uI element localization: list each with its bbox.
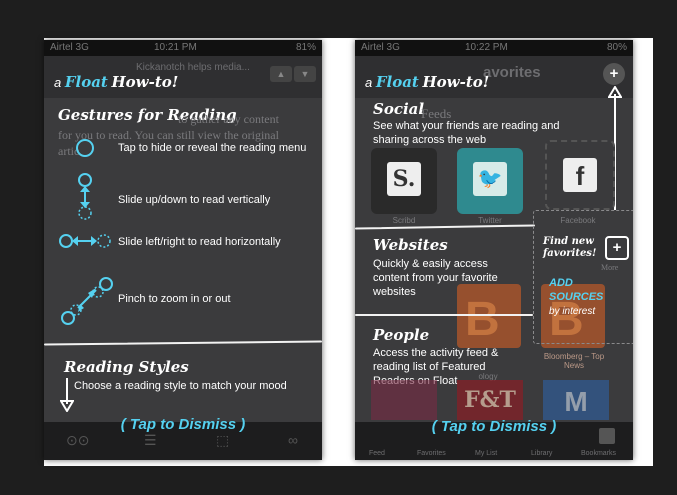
section-divider [355, 314, 533, 316]
horizontal-slide-gesture-icon [59, 234, 111, 248]
scribd-icon: S. [387, 162, 421, 196]
gesture-text-tap: Tap to hide or reveal the reading menu [118, 142, 307, 154]
pinch-gesture-icon [61, 277, 113, 325]
facebook-tile[interactable]: f [545, 140, 615, 210]
clock-label: 10:22 PM [465, 42, 508, 53]
status-bar: Airtel 3G 10:22 PM 80% [355, 40, 633, 56]
reading-styles-text: Choose a reading style to match your moo… [74, 380, 287, 392]
bg-tile-ft[interactable]: F&T [457, 380, 523, 420]
social-title: Social [373, 100, 425, 118]
link-icon[interactable]: ∞ [288, 432, 298, 448]
bg-more-label: More [601, 263, 619, 272]
tab-library[interactable]: Library [531, 450, 552, 457]
twitter-label: Twitter [478, 216, 502, 225]
scribd-tile[interactable]: S. [371, 148, 437, 214]
tab-my-list[interactable]: My List [475, 450, 497, 457]
people-title: People [373, 326, 430, 344]
facebook-icon: f [563, 158, 597, 192]
scribd-label: Scribd [392, 216, 416, 225]
tap-to-dismiss-button[interactable]: ( Tap to Dismiss ) [44, 416, 322, 433]
bg-tile-people[interactable] [371, 380, 437, 420]
left-phone-screen: Airtel 3G 10:21 PM 81% Kickanotch helps … [44, 40, 322, 460]
glasses-icon[interactable]: ⊙⊙ [66, 432, 89, 449]
howto-header: a Float How-to! [54, 73, 178, 91]
tab-feed[interactable]: Feed [369, 450, 385, 457]
add-favorite-button[interactable]: + [603, 63, 625, 85]
share-icon[interactable]: ⬚ [216, 432, 229, 449]
bg-article-text-1: to gather any content [178, 112, 279, 126]
next-article-button[interactable]: ▼ [294, 66, 316, 82]
prev-article-button[interactable]: ▲ [270, 66, 292, 82]
section-divider [44, 340, 322, 346]
gesture-text-vertical: Slide up/down to read vertically [118, 194, 271, 206]
bg-tile-m[interactable]: M [543, 380, 609, 420]
arrow-down-icon [60, 400, 74, 412]
add-sources-link[interactable]: ADD SOURCES [549, 276, 621, 304]
section-divider [355, 224, 536, 230]
battery-label: 80% [606, 42, 627, 53]
howto-prefix: a [54, 75, 62, 90]
float-brand: Float [64, 73, 108, 91]
howto-title: How-to! [111, 73, 179, 91]
gesture-text-pinch: Pinch to zoom in or out [118, 293, 231, 305]
twitter-bird-icon: 🐦 [473, 162, 507, 196]
status-bar: Airtel 3G 10:21 PM 81% [44, 40, 322, 56]
list-icon[interactable]: ☰ [144, 432, 157, 449]
article-title: Kickanotch helps media... [136, 62, 250, 73]
howto-header: a Float How-to! [365, 73, 489, 91]
tap-to-dismiss-button[interactable]: ( Tap to Dismiss ) [355, 418, 633, 435]
carrier-label: Airtel 3G [361, 42, 400, 53]
battery-label: 81% [295, 42, 316, 53]
tab-bookmarks[interactable]: Bookmarks [581, 450, 616, 457]
twitter-tile[interactable]: 🐦 [457, 148, 523, 214]
find-new-title: Find new favorites! [543, 236, 597, 259]
gesture-text-horizontal: Slide left/right to read horizontally [118, 236, 281, 248]
reading-styles-title: Reading Styles [64, 358, 189, 376]
howto-prefix: a [365, 75, 373, 90]
bg-tile-label: Bloomberg – Top News [543, 352, 605, 370]
favorites-title: avorites [483, 64, 541, 81]
tab-favorites[interactable]: Favorites [417, 450, 446, 457]
vertical-slide-gesture-icon [78, 173, 92, 220]
bg-tile-letter: B [465, 293, 500, 346]
tap-gesture-icon [76, 139, 94, 157]
float-brand: Float [375, 73, 419, 91]
websites-title: Websites [373, 236, 448, 254]
by-interest-text: by interest [549, 306, 596, 317]
howto-title: How-to! [422, 73, 490, 91]
arrow-up-icon [608, 86, 622, 98]
add-source-button[interactable]: + [605, 236, 629, 260]
right-phone-screen: Airtel 3G 10:22 PM 80% avorites + a Floa… [355, 40, 633, 460]
clock-label: 10:21 PM [154, 42, 197, 53]
carrier-label: Airtel 3G [50, 42, 89, 53]
